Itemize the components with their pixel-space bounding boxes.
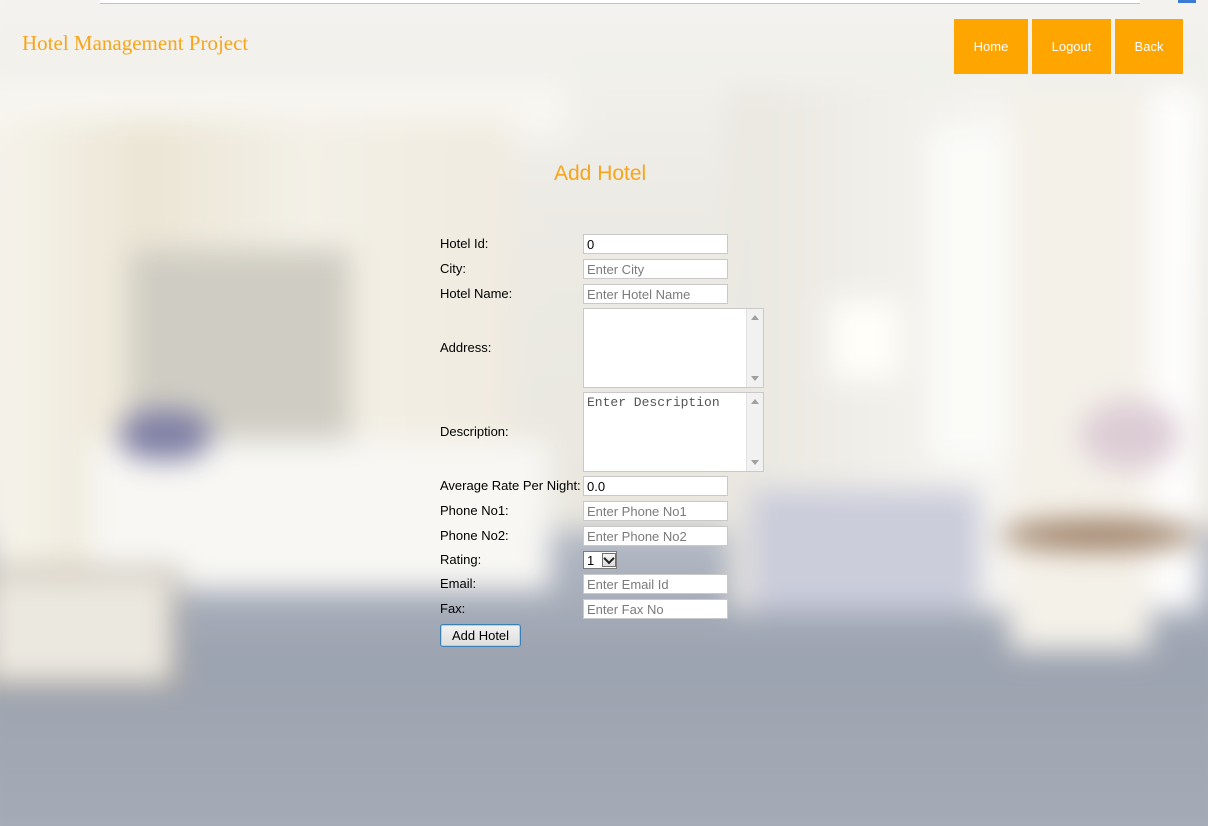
- avg-rate-label: Average Rate Per Night:: [440, 478, 581, 493]
- rating-label: Rating:: [440, 552, 482, 567]
- address-textarea-wrapper: [583, 308, 764, 388]
- add-hotel-button[interactable]: Add Hotel: [440, 624, 521, 647]
- back-button[interactable]: Back: [1115, 19, 1183, 74]
- phone1-label: Phone No1:: [440, 503, 509, 518]
- email-field[interactable]: [583, 574, 728, 594]
- city-label: City:: [440, 261, 466, 276]
- city-field[interactable]: [583, 259, 728, 279]
- fax-field[interactable]: [583, 599, 728, 619]
- description-textarea[interactable]: [584, 393, 748, 471]
- description-scrollbar[interactable]: [746, 393, 763, 471]
- hotel-id-label: Hotel Id:: [440, 236, 489, 251]
- brand-title: Hotel Management Project: [22, 31, 249, 55]
- chevron-down-icon[interactable]: [601, 552, 616, 567]
- phone1-field[interactable]: [583, 501, 728, 521]
- home-button[interactable]: Home: [954, 19, 1028, 74]
- page-title: Add Hotel: [554, 162, 647, 185]
- rating-selected-value: 1: [587, 552, 595, 568]
- fax-label: Fax:: [440, 601, 466, 616]
- description-textarea-wrapper: [583, 392, 764, 472]
- avg-rate-field[interactable]: [583, 476, 728, 496]
- address-textarea[interactable]: [584, 309, 748, 387]
- address-scrollbar[interactable]: [746, 309, 763, 387]
- logout-button[interactable]: Logout: [1032, 19, 1111, 74]
- hotel-name-field[interactable]: [583, 284, 728, 304]
- address-label: Address:: [440, 340, 492, 355]
- hotel-id-field[interactable]: [583, 234, 728, 254]
- scroll-down-icon[interactable]: [751, 460, 759, 465]
- email-label: Email:: [440, 576, 477, 591]
- scroll-up-icon[interactable]: [751, 315, 759, 320]
- browser-address-strip: [100, 0, 1140, 4]
- scroll-down-icon[interactable]: [751, 376, 759, 381]
- phone2-label: Phone No2:: [440, 528, 509, 543]
- rating-select[interactable]: 1: [583, 551, 617, 569]
- browser-corner-indicator: [1178, 0, 1196, 3]
- phone2-field[interactable]: [583, 526, 728, 546]
- hotel-name-label: Hotel Name:: [440, 286, 513, 301]
- description-label: Description:: [440, 424, 509, 439]
- scroll-up-icon[interactable]: [751, 399, 759, 404]
